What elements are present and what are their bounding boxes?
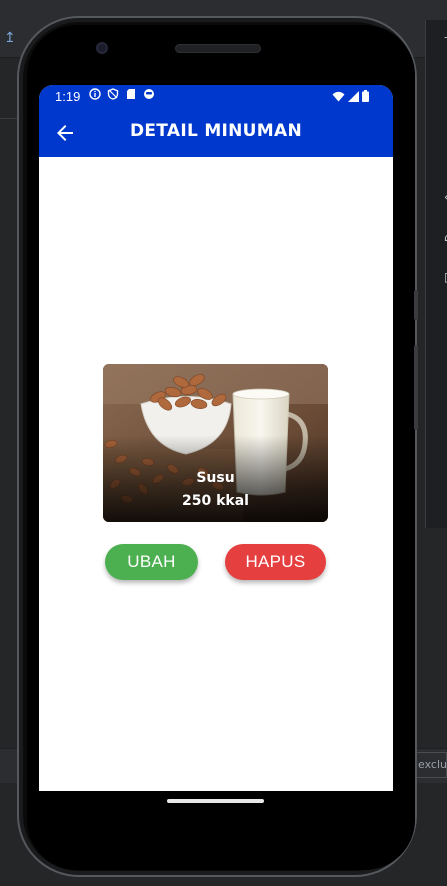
volume-button[interactable] xyxy=(414,345,418,430)
ide-exclude-field[interactable]: exclu xyxy=(414,752,447,778)
drink-card[interactable]: Susu 250 kkal xyxy=(103,364,328,522)
info-icon xyxy=(89,88,101,100)
status-bar: 1:19 xyxy=(39,85,393,109)
sync-icon[interactable]: ↥ xyxy=(4,30,16,46)
signal-icon xyxy=(348,91,359,102)
drink-calories: 250 kkal xyxy=(182,493,249,509)
status-time: 1:19 xyxy=(55,89,81,104)
battery-icon xyxy=(362,90,369,102)
app-bar: DETAIL MINUMAN xyxy=(39,109,393,157)
power-button[interactable] xyxy=(414,290,418,320)
shield-icon xyxy=(107,88,119,100)
page-title: DETAIL MINUMAN xyxy=(129,121,302,141)
earpiece-speaker xyxy=(175,44,261,53)
sd-card-icon xyxy=(127,89,135,99)
edit-button[interactable]: UBAH xyxy=(105,544,198,580)
front-camera xyxy=(96,42,108,54)
ide-side-panel: – ‹ ⌂ ▯ xyxy=(425,20,447,528)
app-screen: 1:19 DETAIL MINUMAN Susu 250 kkal UBAH H… xyxy=(39,85,393,791)
wifi-icon xyxy=(332,91,345,102)
delete-button[interactable]: HAPUS xyxy=(225,544,326,580)
drink-name: Susu xyxy=(196,470,235,486)
home-gesture-pill[interactable] xyxy=(167,799,264,803)
navigation-bar xyxy=(39,791,393,831)
face-icon xyxy=(144,89,154,99)
